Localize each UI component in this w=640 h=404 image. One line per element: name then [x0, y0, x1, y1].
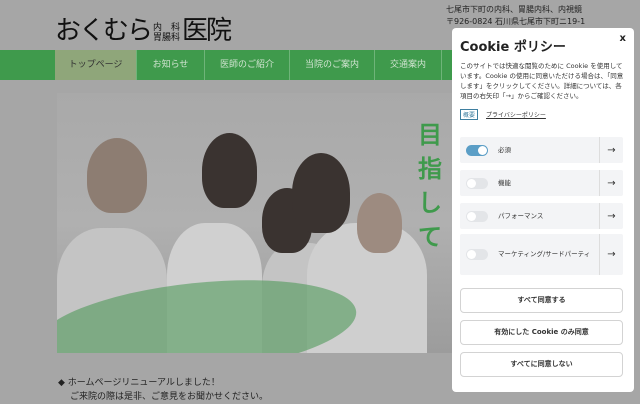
nav-doctor[interactable]: 医師のご紹介 — [205, 50, 290, 80]
cookie-category-marketing: マーケティング/サードパーティ → — [460, 234, 623, 275]
arrow-right-icon[interactable]: → — [599, 137, 623, 163]
clinic-logo[interactable]: おくむら 内 科胃腸科 医院 — [55, 10, 232, 47]
nav-access[interactable]: 交通案内 — [375, 50, 442, 80]
category-label: マーケティング/サードパーティ — [498, 250, 591, 258]
toggle-functional[interactable] — [466, 177, 488, 189]
close-icon[interactable]: x — [620, 33, 626, 44]
hero-vertical-text: 目指して — [418, 121, 442, 251]
logo-main: おくむら — [55, 16, 153, 46]
arrow-right-icon[interactable]: → — [599, 234, 623, 275]
news-body: ご来院の際は是非、ご意見をお聞かせください。 — [70, 392, 269, 402]
nav-news[interactable]: お知らせ — [137, 50, 205, 80]
cookie-category-performance: パフォーマンス → — [460, 203, 623, 229]
privacy-policy-link[interactable]: プライバシーポリシー — [486, 110, 546, 119]
toggle-required[interactable] — [466, 144, 488, 156]
address: 〒926-0824 石川県七尾市下町ニ19-1 — [446, 17, 586, 26]
accept-all-button[interactable]: すべて同意する — [460, 288, 623, 313]
cookie-category-functional: 機能 → — [460, 170, 623, 196]
category-label: パフォーマンス — [498, 211, 544, 220]
diamond-icon: ◆ — [58, 378, 68, 388]
nav-top[interactable]: トップページ — [55, 50, 137, 80]
arrow-right-icon[interactable]: → — [599, 170, 623, 196]
hero-image: 目指して — [57, 93, 453, 353]
logo-sub-bottom: 胃腸科 — [153, 33, 181, 43]
cookie-category-required: 必須 → — [460, 137, 623, 163]
header-address: 七尾市下町の内科、胃腸内科、内視鏡 〒926-0824 石川県七尾市下町ニ19-… — [446, 4, 585, 28]
nav-about[interactable]: 当院のご案内 — [290, 50, 375, 80]
arrow-right-icon[interactable]: → — [599, 203, 623, 229]
logo-end: 医院 — [182, 16, 232, 46]
category-label: 機能 — [498, 178, 511, 187]
category-label: 必須 — [498, 145, 511, 154]
accept-selected-button[interactable]: 有効にした Cookie のみ同意 — [460, 320, 623, 345]
cookie-title: Cookie ポリシー — [460, 40, 566, 55]
logo-sub: 内 科胃腸科 — [153, 23, 180, 43]
main-nav: トップページ お知らせ 医師のご紹介 当院のご案内 交通案内 — [0, 50, 460, 80]
reject-all-button[interactable]: すべてに同意しない — [460, 352, 623, 377]
news-headline[interactable]: ホームページリニューアルしました！ — [68, 378, 220, 388]
tagline: 七尾市下町の内科、胃腸内科、内視鏡 — [446, 5, 582, 14]
toggle-performance[interactable] — [466, 210, 488, 222]
toggle-marketing[interactable] — [466, 249, 488, 260]
cookie-description: このサイトでは快適な閲覧のために Cookie を使用しています。Cookie … — [460, 62, 624, 100]
logo-sub-top: 内 科 — [153, 23, 181, 33]
cookie-dialog: Cookie ポリシー x このサイトでは快適な閲覧のために Cookie を使… — [452, 28, 634, 392]
summary-badge[interactable]: 概要 — [460, 109, 479, 120]
